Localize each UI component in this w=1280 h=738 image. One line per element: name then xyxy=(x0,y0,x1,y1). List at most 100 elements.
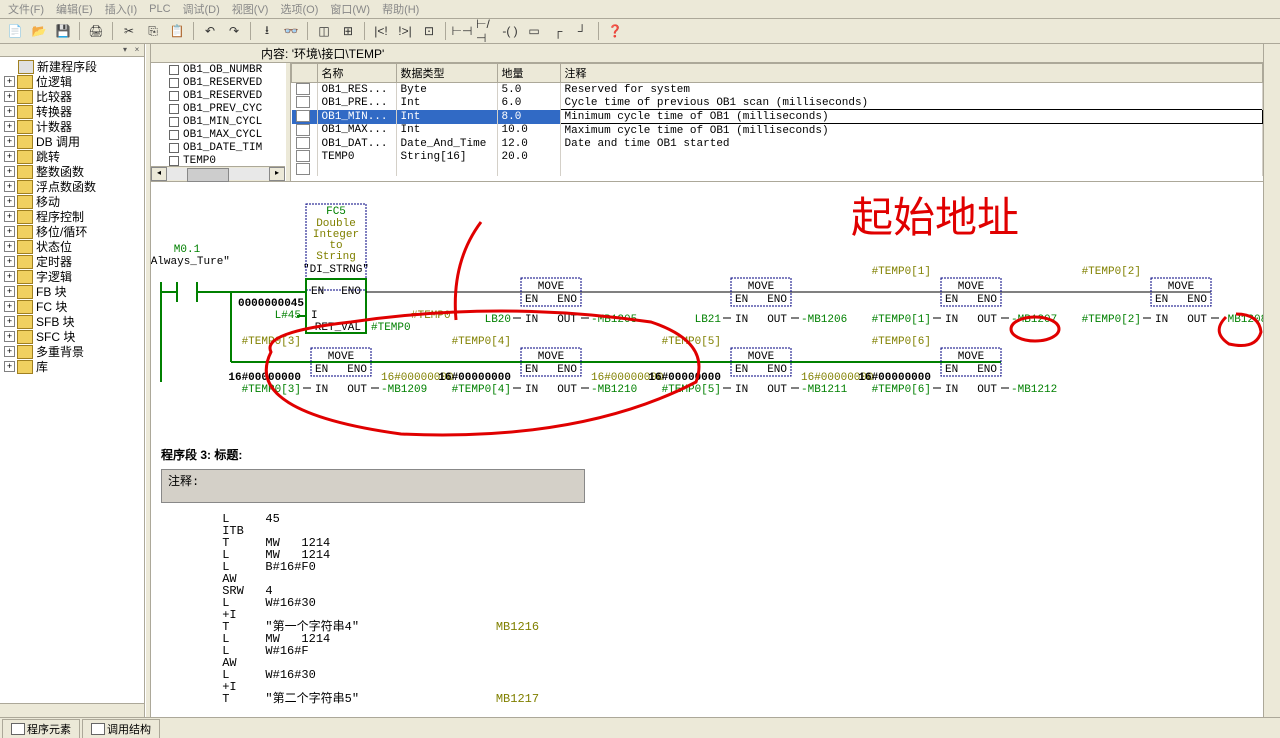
menu-window[interactable]: 窗口(W) xyxy=(326,1,374,17)
expand-icon[interactable]: + xyxy=(4,256,15,267)
open-icon[interactable]: 📂 xyxy=(28,20,50,42)
box-icon[interactable]: ▭ xyxy=(523,20,545,42)
expand-icon[interactable]: + xyxy=(4,271,15,282)
expand-icon[interactable]: + xyxy=(4,316,15,327)
help-icon[interactable]: ❓ xyxy=(604,20,626,42)
expand-icon[interactable]: + xyxy=(4,196,15,207)
tree-item[interactable]: +转换器 xyxy=(0,104,144,119)
branch-close-icon[interactable]: ┘ xyxy=(571,20,593,42)
var-row-empty[interactable] xyxy=(292,163,1263,176)
tree-item[interactable]: +多重背景 xyxy=(0,344,144,359)
tree-item[interactable]: +SFC 块 xyxy=(0,329,144,344)
toggle-icon[interactable]: ⊡ xyxy=(418,20,440,42)
menu-debug[interactable]: 调试(D) xyxy=(179,1,224,17)
expand-icon[interactable]: + xyxy=(4,76,15,87)
expand-icon[interactable]: + xyxy=(4,91,15,102)
tree-item[interactable]: +跳转 xyxy=(0,149,144,164)
col-addr[interactable]: 地量 xyxy=(497,64,560,83)
scroll-thumb[interactable] xyxy=(187,168,229,182)
expand-icon[interactable]: + xyxy=(4,331,15,342)
expand-icon[interactable]: + xyxy=(4,361,15,372)
cut-icon[interactable]: ✂ xyxy=(118,20,140,42)
expand-icon[interactable]: + xyxy=(4,136,15,147)
new-icon[interactable]: 📄 xyxy=(4,20,26,42)
close-icon[interactable]: × xyxy=(132,45,142,55)
interface-row[interactable]: OB1_RESERVED xyxy=(151,76,285,89)
tree-item[interactable]: +状态位 xyxy=(0,239,144,254)
var-row[interactable]: OB1_DAT...Date_And_Time12.0Date and time… xyxy=(292,137,1263,150)
tree-item[interactable]: +FB 块 xyxy=(0,284,144,299)
variable-table[interactable]: 名称 数据类型 地量 注释 OB1_RES...Byte5.0Reserved … xyxy=(291,63,1263,181)
tree-item[interactable]: +比较器 xyxy=(0,89,144,104)
ladder-editor[interactable]: M0.1 "Always_Ture" FC5 Double Integer to… xyxy=(151,182,1263,718)
tab-program-elements[interactable]: 程序元素 xyxy=(2,719,80,738)
var-row[interactable]: OB1_MAX...Int10.0Maximum cycle time of O… xyxy=(292,124,1263,138)
goto-next-icon[interactable]: !>| xyxy=(394,20,416,42)
tree-item[interactable]: +FC 块 xyxy=(0,299,144,314)
paste-icon[interactable]: 📋 xyxy=(166,20,188,42)
menu-plc[interactable]: PLC xyxy=(145,3,174,15)
expand-icon[interactable]: + xyxy=(4,181,15,192)
expand-icon[interactable]: + xyxy=(4,211,15,222)
undo-icon[interactable]: ↶ xyxy=(199,20,221,42)
menu-help[interactable]: 帮助(H) xyxy=(378,1,423,17)
expand-icon[interactable]: + xyxy=(4,241,15,252)
tree-item[interactable]: +计数器 xyxy=(0,119,144,134)
stl-code[interactable]: L 45 ITB T MW 1214 L MW 1214 L B#16#F0 A… xyxy=(151,505,1263,713)
block-icon[interactable]: ◫ xyxy=(313,20,335,42)
branch-open-icon[interactable]: ┌ xyxy=(547,20,569,42)
interface-row[interactable]: OB1_OB_NUMBR xyxy=(151,63,285,76)
expand-icon[interactable]: + xyxy=(4,346,15,357)
menu-edit[interactable]: 编辑(E) xyxy=(52,1,97,17)
interface-row[interactable]: OB1_RESERVED xyxy=(151,89,285,102)
tree-item[interactable]: +DB 调用 xyxy=(0,134,144,149)
expand-icon[interactable]: + xyxy=(4,286,15,297)
redo-icon[interactable]: ↷ xyxy=(223,20,245,42)
tree-item[interactable]: +整数函数 xyxy=(0,164,144,179)
var-row[interactable]: OB1_RES...Byte5.0Reserved for system xyxy=(292,83,1263,97)
menu-options[interactable]: 选项(O) xyxy=(276,1,322,17)
pin-icon[interactable]: ▾ xyxy=(120,45,130,55)
contact-nc-icon[interactable]: ⊢/⊣ xyxy=(475,20,497,42)
expand-icon[interactable]: + xyxy=(4,166,15,177)
tab-call-structure[interactable]: 调用结构 xyxy=(82,719,160,738)
var-row[interactable]: OB1_PRE...Int6.0Cycle time of previous O… xyxy=(292,96,1263,110)
save-icon[interactable]: 💾 xyxy=(52,20,74,42)
tree-item[interactable]: +位逻辑 xyxy=(0,74,144,89)
tree-item[interactable]: +定时器 xyxy=(0,254,144,269)
tree-item[interactable]: +SFB 块 xyxy=(0,314,144,329)
expand-icon[interactable]: + xyxy=(4,106,15,117)
expand-icon[interactable]: + xyxy=(4,226,15,237)
tree-item[interactable]: +移位/循环 xyxy=(0,224,144,239)
interface-row[interactable]: OB1_MIN_CYCL xyxy=(151,115,285,128)
menu-file[interactable]: 文件(F) xyxy=(4,1,48,17)
segment-comment[interactable]: 注释: xyxy=(161,469,585,503)
interface-scrollbar[interactable]: ◂ ▸ xyxy=(151,166,285,181)
scroll-left-icon[interactable]: ◂ xyxy=(151,167,167,181)
print-icon[interactable]: 🖨 xyxy=(85,20,107,42)
var-row[interactable]: OB1_MIN...Int8.0Minimum cycle time of OB… xyxy=(292,110,1263,124)
monitor-icon[interactable]: 👓 xyxy=(280,20,302,42)
col-type[interactable]: 数据类型 xyxy=(396,64,497,83)
goto-prev-icon[interactable]: |<! xyxy=(370,20,392,42)
tree-item[interactable]: +移动 xyxy=(0,194,144,209)
tree-item[interactable]: +程序控制 xyxy=(0,209,144,224)
expand-icon[interactable]: + xyxy=(4,301,15,312)
menu-insert[interactable]: 插入(I) xyxy=(101,1,141,17)
menu-view[interactable]: 视图(V) xyxy=(228,1,273,17)
interface-row[interactable]: OB1_PREV_CYC xyxy=(151,102,285,115)
copy-icon[interactable]: ⎘ xyxy=(142,20,164,42)
scroll-right-icon[interactable]: ▸ xyxy=(269,167,285,181)
download-icon[interactable]: ⭳ xyxy=(256,20,278,42)
col-name[interactable]: 名称 xyxy=(317,64,396,83)
expand-icon[interactable]: + xyxy=(4,121,15,132)
interface-row[interactable]: OB1_MAX_CYCL xyxy=(151,128,285,141)
interface-tree[interactable]: OB1_OB_NUMBROB1_RESERVEDOB1_RESERVEDOB1_… xyxy=(151,63,286,166)
vertical-scrollbar[interactable] xyxy=(1263,44,1280,718)
expand-icon[interactable]: + xyxy=(4,151,15,162)
col-comment[interactable]: 注释 xyxy=(560,64,1263,83)
interface-row[interactable]: TEMP0 xyxy=(151,154,285,166)
interface-row[interactable]: OB1_DATE_TIM xyxy=(151,141,285,154)
new-network[interactable]: 新建程序段 xyxy=(0,59,144,74)
tree-item[interactable]: +字逻辑 xyxy=(0,269,144,284)
